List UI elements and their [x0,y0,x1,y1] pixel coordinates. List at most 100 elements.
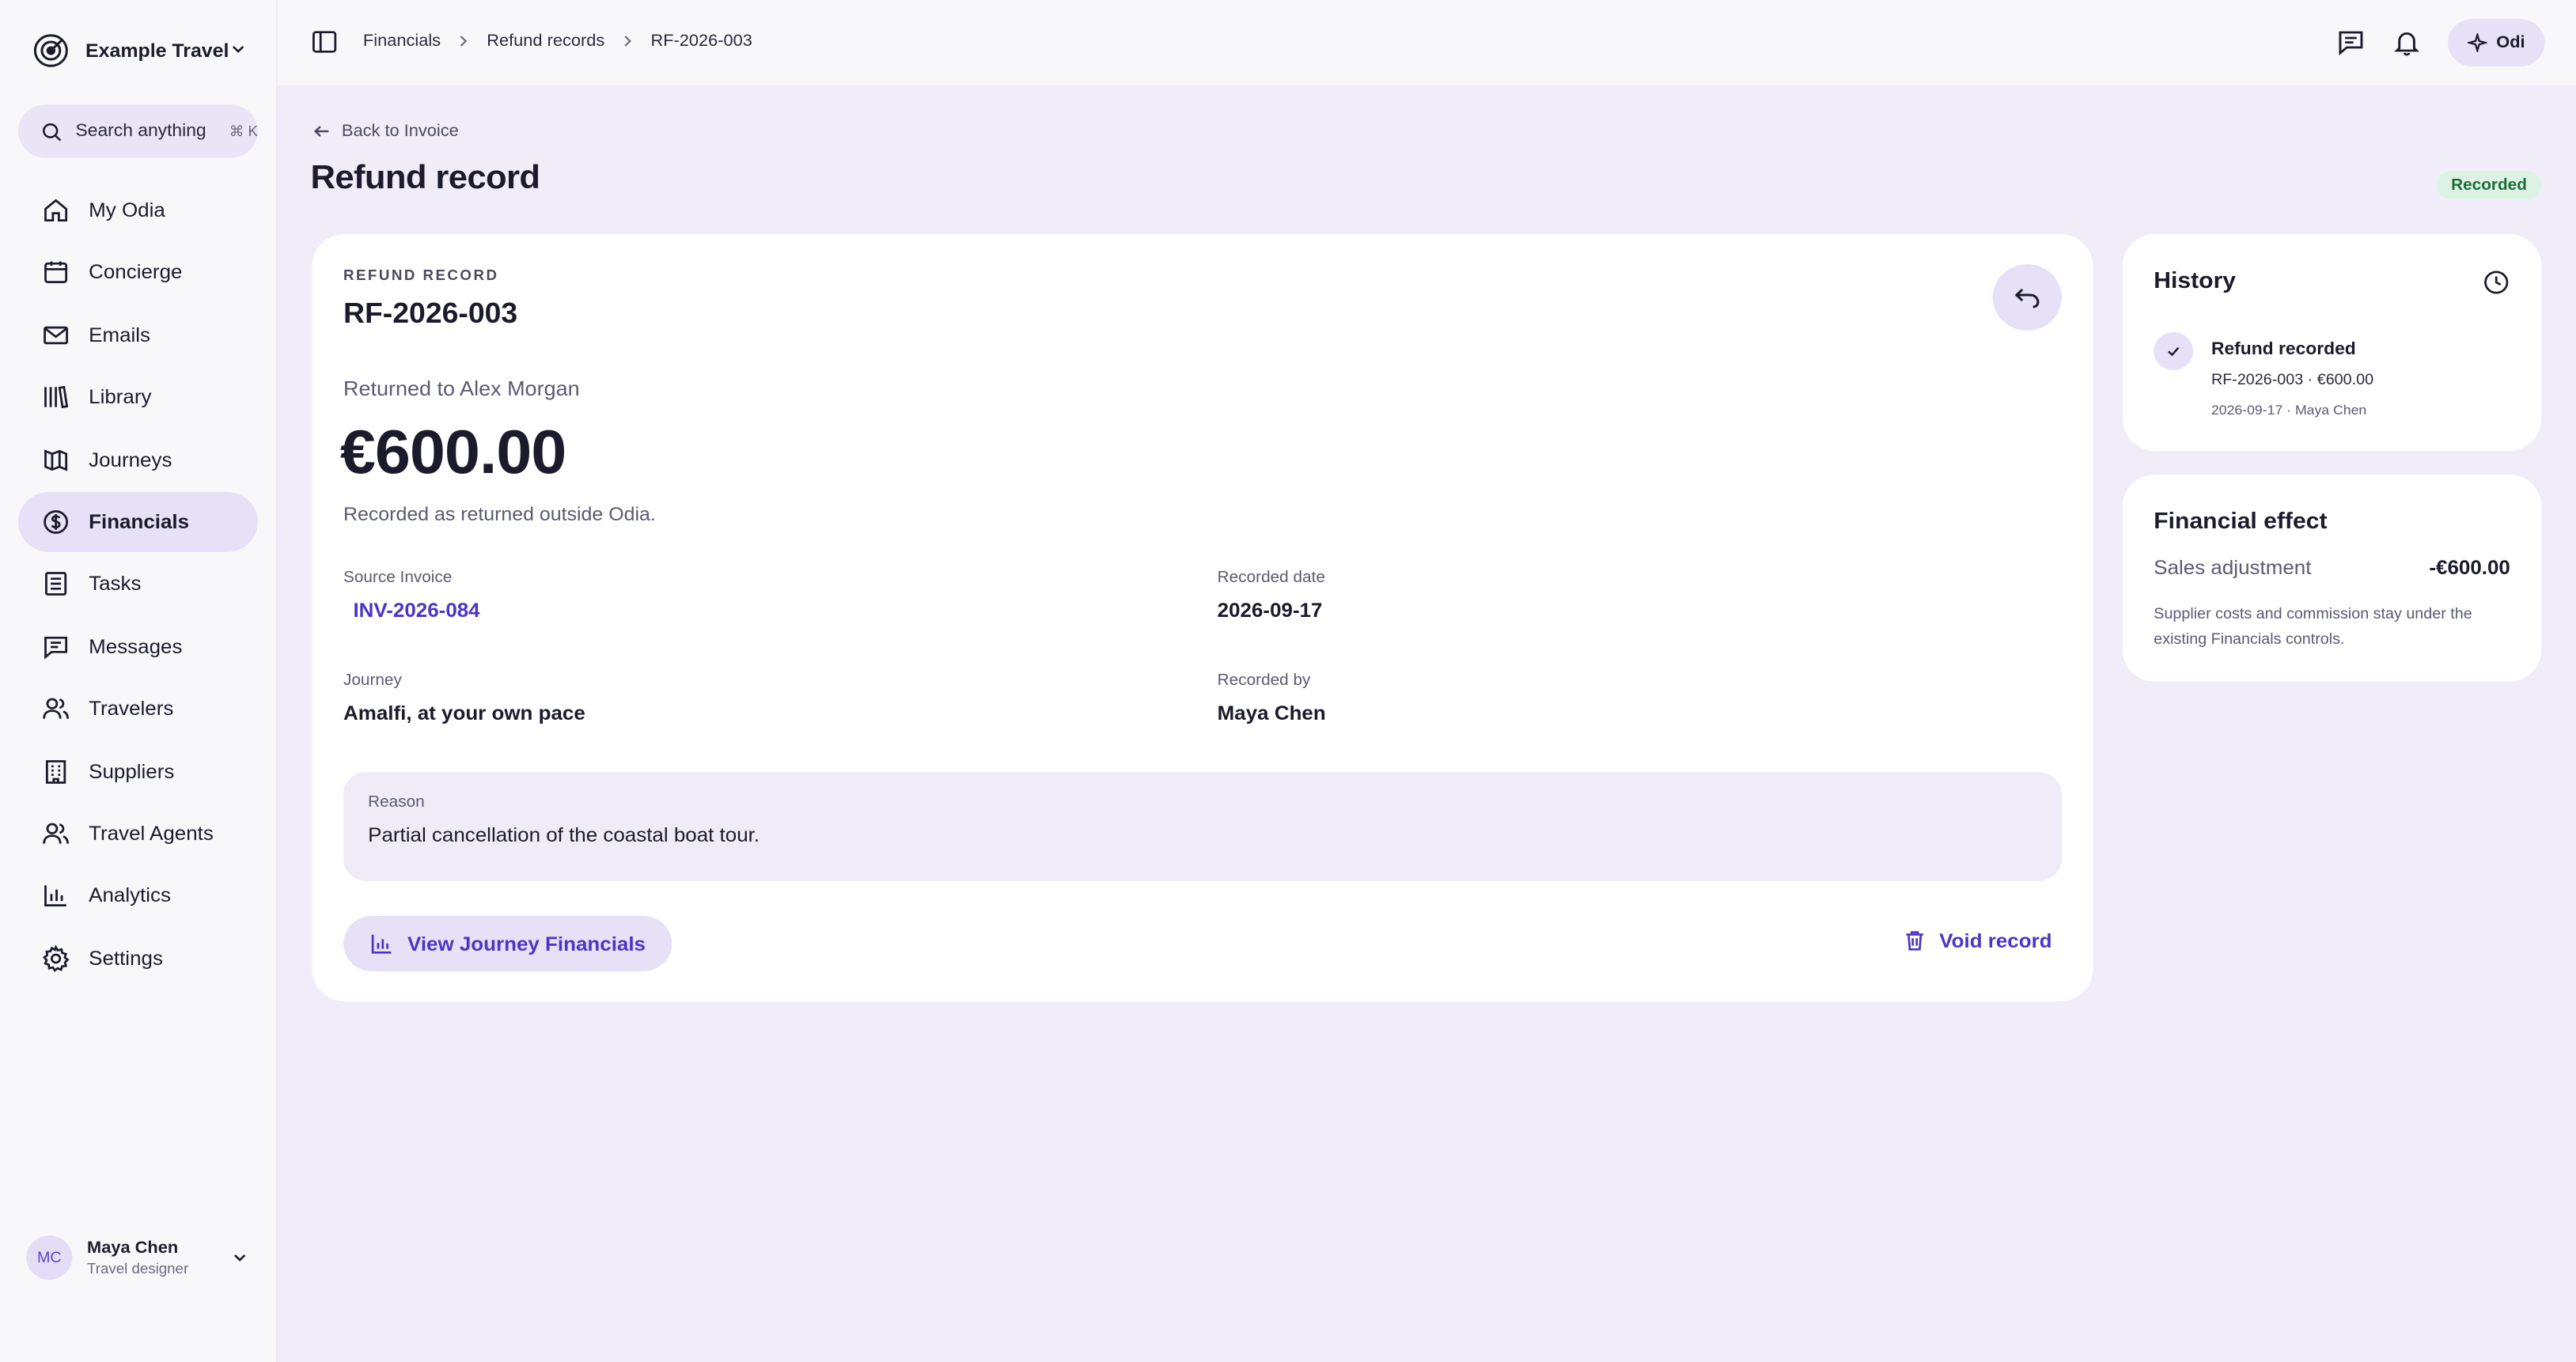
bell-icon[interactable] [2391,28,2420,57]
sidebar-item-label: Journeys [89,448,172,471]
sales-adjustment-value: -€600.00 [2429,557,2510,579]
user-name: Maya Chen [87,1239,179,1258]
back-link[interactable]: Back to Invoice [313,122,459,141]
sidebar-item-emails[interactable]: Emails [18,305,258,365]
recorded-by-label: Recorded by [1217,672,1311,690]
users-icon [43,698,69,719]
calendar-icon [44,262,68,284]
refund-record-card: REFUND RECORD RF-2026-003 Returned to Al… [312,234,2093,1001]
undo-button[interactable] [1992,264,2063,331]
page-title: Refund record [310,160,540,196]
sidebar-item-settings[interactable]: Settings [18,928,258,988]
amount-note: Recorded as returned outside Odia. [343,503,656,525]
breadcrumb-refund-records[interactable]: Refund records [487,32,604,51]
sidebar-item-concierge[interactable]: Concierge [18,243,258,303]
reason-text: Partial cancellation of the coastal boat… [368,824,760,846]
breadcrumb-financials[interactable]: Financials [363,32,441,51]
arrow-left-icon [313,126,329,137]
journey-field: Journey Amalfi, at your own pace [343,672,585,725]
top-actions: Odi [2335,19,2545,66]
user-menu[interactable]: MC Maya Chen Travel designer [26,1232,256,1283]
history-entry-meta: 2026-09-17 · Maya Chen [2210,402,2367,418]
trash-icon [1907,931,1924,951]
users-icon [43,823,69,844]
journey-label: Journey [343,672,402,690]
workspace-switcher[interactable]: Example Travel [33,32,255,70]
recorded-by-value: Maya Chen [1217,702,1326,725]
sidebar-item-label: My Odia [89,199,165,221]
journey-value: Amalfi, at your own pace [343,702,585,725]
bar-chart-icon [371,934,392,954]
history-entry-detail: RF-2026-003 · €600.00 [2210,372,2374,389]
sidebar: Example Travel Search anything ⌘ K My Od… [0,0,278,1362]
search-button[interactable]: Search anything ⌘ K [17,104,259,158]
check-icon [2168,346,2180,357]
chat-icon[interactable] [2335,28,2365,57]
financial-effect-card: Financial effect Sales adjustment -€600.… [2122,475,2542,682]
history-entry-title: Refund recorded [2210,340,2356,359]
clock-icon[interactable] [2483,269,2510,296]
recorded-date-field: Recorded date 2026-09-17 [1218,569,1325,622]
sidebar-item-travel-agents[interactable]: Travel Agents [18,804,258,864]
sidebar-item-analytics[interactable]: Analytics [18,866,258,926]
sidebar-item-label: Concierge [89,261,183,284]
avatar: MC [26,1235,73,1280]
library-icon [44,386,69,409]
sidebar-toggle-icon[interactable] [310,28,338,55]
reason-box: Reason Partial cancellation of the coast… [343,772,2063,881]
refund-amount: €600.00 [339,419,567,487]
sidebar-item-messages[interactable]: Messages [18,616,258,676]
sidebar-item-library[interactable]: Library [18,367,258,427]
sidebar-nav: My Odia Concierge Emails Library Journey… [17,180,259,990]
message-icon [44,636,68,660]
home-icon [44,199,68,221]
mail-icon [44,326,69,344]
reason-label: Reason [368,794,425,812]
sidebar-item-suppliers[interactable]: Suppliers [18,741,258,801]
sidebar-item-label: Tasks [89,573,142,596]
sidebar-item-label: Settings [89,947,163,970]
building-icon [45,759,66,783]
source-invoice-label: Source Invoice [343,569,453,587]
assistant-label: Odi [2496,33,2525,52]
undo-icon [2014,288,2040,308]
history-check-badge [2154,332,2194,370]
void-record-button[interactable]: Void record [1904,929,2052,952]
sidebar-item-my-odia[interactable]: My Odia [18,180,258,240]
record-id: RF-2026-003 [343,297,518,329]
sidebar-item-label: Financials [89,510,190,533]
sidebar-item-journeys[interactable]: Journeys [18,429,258,490]
sidebar-item-label: Analytics [89,884,172,907]
gear-icon [43,944,70,972]
source-invoice-field: Source Invoice INV-2026-084 [343,569,480,622]
assistant-button[interactable]: Odi [2446,19,2545,66]
history-card: History Refund recorded RF-2026-003 · €6… [2122,234,2542,451]
sidebar-item-label: Library [89,386,152,409]
recorded-by-field: Recorded by Maya Chen [1218,672,1326,725]
source-invoice-link[interactable]: INV-2026-084 [343,600,479,622]
sidebar-item-label: Messages [89,635,183,658]
sidebar-item-financials[interactable]: Financials [17,491,259,552]
status-badge: Recorded [2436,171,2542,199]
chevron-down-icon [233,1254,246,1262]
view-journey-financials-label: View Journey Financials [407,933,646,955]
recorded-date-label: Recorded date [1217,569,1325,587]
map-icon [44,448,68,471]
bar-chart-icon [44,885,66,907]
back-link-label: Back to Invoice [341,122,459,141]
chevron-right-icon [460,36,468,47]
view-journey-financials-button[interactable]: View Journey Financials [343,916,672,971]
sidebar-item-tasks[interactable]: Tasks [18,554,258,615]
breadcrumb: Financials Refund records RF-2026-003 [363,32,752,51]
financial-effect-note: Supplier costs and commission stay under… [2154,606,2472,648]
recorded-date-value: 2026-09-17 [1217,600,1323,622]
returned-to: Returned to Alex Morgan [343,376,580,400]
chevron-right-icon [624,36,632,47]
sidebar-item-label: Travelers [89,698,174,721]
user-role: Travel designer [87,1261,189,1277]
top-bar: Financials Refund records RF-2026-003 Od… [277,0,2576,85]
search-label: Search anything [75,122,206,141]
sidebar-item-travelers[interactable]: Travelers [18,679,258,739]
sidebar-item-label: Suppliers [89,760,175,783]
history-title: History [2154,269,2237,294]
